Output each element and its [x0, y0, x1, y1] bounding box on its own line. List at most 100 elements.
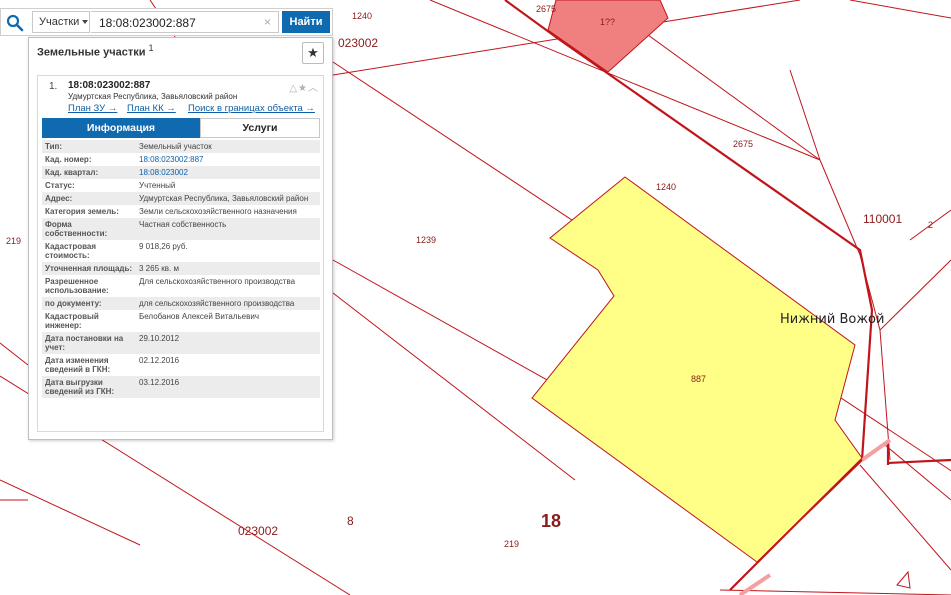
map-label-2675-top: 2675: [536, 4, 557, 14]
attribute-value: Удмуртская Республика, Завьяловский райо…: [136, 192, 320, 205]
attribute-value[interactable]: 18:08:023002:887: [136, 153, 320, 166]
attribute-value: Земли сельскохозяйственного назначения: [139, 207, 297, 216]
parcel-card: 1. 18:08:023002:887 Удмуртская Республик…: [37, 75, 324, 432]
attribute-row: Разрешенное использование: Для сельскохоз…: [42, 275, 320, 297]
attribute-row: Дата постановки на учет: 29.10.2012: [42, 332, 320, 354]
map-label-219-left: 219: [6, 236, 22, 246]
card-actions: △★︿: [289, 79, 319, 94]
attribute-key: Кадастровая стоимость:: [45, 242, 97, 260]
parcel-boundary: [849, 0, 951, 19]
collapse-icon[interactable]: ︿: [308, 83, 319, 94]
object-type-select[interactable]: Участки: [32, 11, 90, 33]
results-panel: Земельные участки 1 ★ 1. 18:08:023002:88…: [28, 37, 333, 440]
attribute-key: Кад. номер:: [45, 155, 92, 164]
attribute-row: Категория земель: Земли сельскохозяйствен…: [42, 205, 320, 218]
map-label-1239: 1239: [416, 235, 437, 245]
attribute-value: 3 265 кв. м: [136, 262, 320, 275]
card-address: Удмуртская Республика, Завьяловский райо…: [68, 92, 238, 101]
parcel-boundary: [859, 464, 951, 571]
attribute-row: Тип: Земельный участок: [42, 140, 320, 153]
map-label-1240: 1240: [656, 182, 677, 192]
warning-icon[interactable]: △: [289, 83, 298, 94]
map-label-district-8: 8: [347, 514, 354, 528]
map-label-region-18: 18: [541, 511, 562, 531]
attributes-table: Тип: Земельный участок Кад. номер: 18:08:02…: [42, 140, 320, 398]
link-plan-zu[interactable]: План ЗУ →: [68, 103, 117, 114]
parcel-boundary: [879, 259, 951, 331]
map-label-887: 887: [691, 374, 707, 384]
star-outline-icon[interactable]: ★: [298, 83, 308, 94]
favorites-button[interactable]: ★: [302, 42, 324, 64]
attribute-row: Форма собственности: Частная собственност…: [42, 218, 320, 240]
attribute-value: Белобанов Алексей Витальевич: [139, 312, 260, 321]
marker-triangle-icon: [896, 570, 911, 589]
parcel-boundary: [719, 589, 951, 595]
attribute-value[interactable]: 18:08:023002: [136, 166, 320, 179]
attribute-row: Кадастровый инженер: Белобанов Алексей Ви…: [42, 310, 320, 332]
find-button[interactable]: Найти: [282, 11, 330, 33]
attribute-value: Учтенный: [139, 181, 176, 190]
link-plan-kk[interactable]: План КК →: [127, 103, 176, 114]
map-label-red-parcel: 1??: [600, 17, 616, 27]
attribute-key: Кадастровый инженер:: [45, 312, 99, 330]
attribute-key: по документу:: [42, 297, 136, 310]
clear-icon[interactable]: ×: [264, 15, 271, 29]
parcel-boundary: [789, 69, 821, 161]
attribute-value: Для сельскохозяйственного производства: [139, 277, 296, 286]
attribute-value: для сельскохозяйственного производства: [136, 297, 320, 310]
attribute-key: Дата постановки на учет:: [42, 332, 136, 354]
parcel-boundary: [884, 444, 951, 501]
attribute-row: Дата выгрузки сведений из ГКН: 03.12.2016: [42, 376, 320, 398]
attribute-key: Форма собственности:: [42, 218, 136, 240]
card-cadastral-number[interactable]: 18:08:023002:887: [68, 80, 150, 91]
attribute-row: Адрес: Удмуртская Республика, Завьяловски…: [42, 192, 320, 205]
search-bar: Участки 18:08:023002:887 × Найти: [0, 8, 333, 36]
attribute-value: 9 018,26 руб.: [139, 242, 188, 251]
attribute-row: Кад. квартал: 18:08:023002: [42, 166, 320, 179]
attribute-key: Дата выгрузки сведений из ГКН:: [42, 376, 136, 398]
tab-services[interactable]: Услуги: [200, 118, 320, 138]
attribute-row: Кад. номер: 18:08:023002:887: [42, 153, 320, 166]
map-label-1240-top: 1240: [352, 11, 373, 21]
road-strip: [860, 438, 892, 462]
chevron-down-icon: [82, 20, 89, 25]
search-icon[interactable]: [5, 13, 25, 33]
attribute-key: Уточненная площадь:: [42, 262, 136, 275]
card-index: 1.: [49, 81, 58, 92]
star-icon: ★: [307, 45, 319, 60]
parcel-boundary: [332, 292, 576, 481]
attribute-value: 29.10.2012: [136, 332, 320, 354]
map-label-2675: 2675: [733, 139, 754, 149]
attribute-value: 03.12.2016: [136, 376, 320, 398]
attribute-row: Статус: Учтенный: [42, 179, 320, 192]
parcel-boundary: [819, 159, 861, 256]
attribute-row: Уточненная площадь: 3 265 кв. м: [42, 262, 320, 275]
panel-title-text: Земельные участки: [37, 46, 146, 59]
panel-title: Земельные участки 1: [37, 43, 154, 59]
attribute-row: Кадастровая стоимость: 9 018,26 руб.: [42, 240, 320, 262]
link-search-in-bounds[interactable]: Поиск в границах объекта →: [188, 103, 315, 114]
results-count: 1: [148, 43, 154, 53]
object-type-label: Участки: [39, 16, 80, 28]
search-input[interactable]: 18:08:023002:887: [91, 11, 279, 33]
attribute-key: Категория земель:: [45, 207, 119, 216]
quarter-boundary: [887, 458, 951, 465]
road-strip: [738, 573, 772, 595]
place-name-nizhniy-vozhoy: Нижний Вожой: [780, 312, 885, 327]
attribute-value: 02.12.2016: [139, 356, 180, 365]
attribute-key: Тип:: [42, 140, 136, 153]
parcel-boundary: [0, 479, 141, 546]
attribute-row: по документу: для сельскохозяйственного п…: [42, 297, 320, 310]
attribute-key: Разрешенное использование:: [45, 277, 109, 295]
tab-information[interactable]: Информация: [42, 118, 200, 138]
map-label-219: 219: [504, 539, 520, 549]
attribute-row: Дата изменения сведений в ГКН: 02.12.2016: [42, 354, 320, 376]
attribute-key: Кад. квартал:: [42, 166, 136, 179]
map-label-quarter-023002: 023002: [338, 36, 379, 50]
parcel-boundary: [0, 342, 29, 366]
attribute-key: Дата изменения сведений в ГКН:: [45, 356, 111, 374]
map-label-2: 2: [928, 220, 934, 230]
attribute-key: Адрес:: [42, 192, 136, 205]
attribute-key: Статус:: [45, 181, 75, 190]
selected-parcel-887[interactable]: [531, 176, 863, 563]
